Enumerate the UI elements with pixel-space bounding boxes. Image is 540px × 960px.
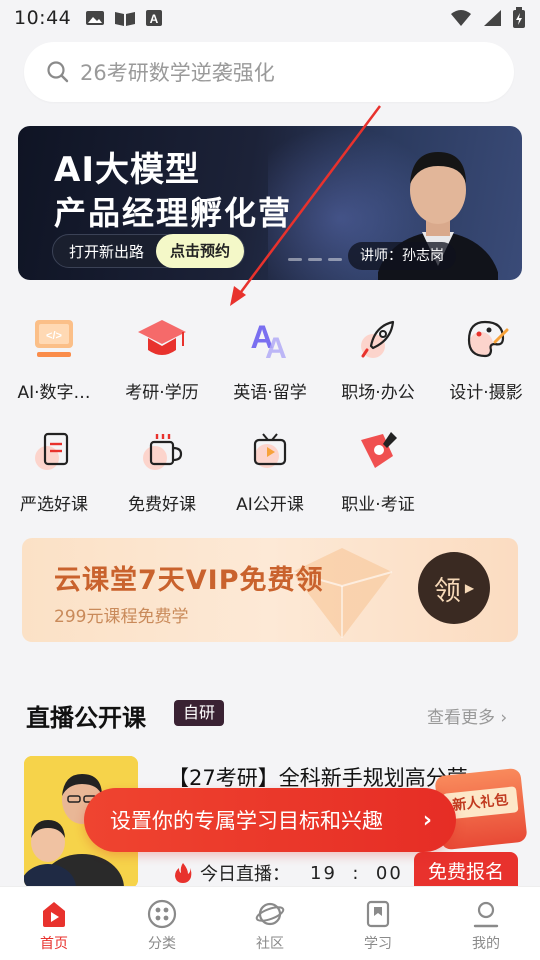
notification-icons: A bbox=[85, 9, 163, 27]
system-icons bbox=[450, 7, 526, 29]
tab-study[interactable]: 学习 bbox=[324, 887, 432, 960]
category-ai[interactable]: </> AI·数字… bbox=[0, 312, 108, 403]
chevron-right-icon: › bbox=[500, 708, 508, 728]
set-goal-button[interactable]: 设置你的专属学习目标和兴趣 › bbox=[84, 788, 456, 852]
category-label: 职场·办公 bbox=[341, 383, 415, 403]
section-title: 直播公开课 bbox=[26, 704, 146, 732]
category-label: 英语·留学 bbox=[233, 383, 307, 403]
banner-title-1: AI大模型 bbox=[54, 150, 200, 190]
code-monitor-icon: </> bbox=[27, 312, 81, 366]
search-icon bbox=[47, 61, 69, 83]
category-office[interactable]: 职场·办公 bbox=[324, 312, 432, 403]
category-label: 严选好课 bbox=[20, 495, 88, 515]
category-selected[interactable]: 严选好课 bbox=[0, 424, 108, 515]
live-time-sep: : bbox=[352, 862, 361, 884]
palette-icon bbox=[459, 312, 513, 366]
tab-label: 社区 bbox=[256, 936, 284, 952]
planet-icon bbox=[255, 902, 285, 926]
grid-dots-icon bbox=[147, 899, 177, 929]
vip-claim-button[interactable]: 领 ▶ bbox=[418, 552, 490, 624]
home-play-icon bbox=[43, 902, 65, 927]
chevron-right-icon: ▶ bbox=[464, 581, 475, 595]
tab-label: 我的 bbox=[472, 936, 500, 952]
see-more-label: 查看更多 bbox=[427, 708, 495, 728]
category-label: AI公开课 bbox=[236, 495, 304, 515]
section-badge: 自研 bbox=[174, 700, 225, 726]
banner-cta[interactable]: 打开新出路 点击预约 bbox=[52, 234, 246, 268]
cup-icon bbox=[135, 424, 189, 478]
vip-promo-banner[interactable]: 云课堂7天VIP免费领 299元课程免费学 领 ▶ bbox=[22, 538, 518, 642]
tab-community[interactable]: 社区 bbox=[216, 887, 324, 960]
book-icon bbox=[115, 12, 136, 26]
svg-text:A: A bbox=[150, 12, 159, 26]
wifi-icon bbox=[451, 10, 471, 26]
tab-label: 首页 bbox=[40, 936, 68, 952]
bookmark-icon bbox=[366, 900, 390, 928]
font-a-icon: A bbox=[146, 10, 163, 26]
fire-icon bbox=[175, 863, 192, 883]
live-time-hour: 19 bbox=[310, 862, 337, 884]
bottom-tab-bar: 首页 分类 社区 学习 我的 bbox=[0, 886, 540, 960]
status-time: 10:44 bbox=[14, 7, 72, 29]
category-label: AI·数字… bbox=[17, 383, 91, 403]
svg-text:</>: </> bbox=[46, 330, 62, 342]
live-label: 今日直播： bbox=[200, 864, 290, 885]
tab-label: 分类 bbox=[148, 936, 176, 952]
image-icon bbox=[86, 11, 105, 25]
tab-label: 学习 bbox=[364, 936, 392, 952]
tab-mine[interactable]: 我的 bbox=[432, 887, 540, 960]
tv-play-icon bbox=[243, 424, 297, 478]
category-free[interactable]: 免费好课 bbox=[108, 424, 216, 515]
category-label: 考研·学历 bbox=[125, 383, 199, 403]
category-label: 设计·摄影 bbox=[449, 383, 523, 403]
letter-a-icon: AA bbox=[243, 312, 297, 366]
graduation-cap-icon bbox=[135, 312, 189, 366]
category-label: 免费好课 bbox=[128, 495, 196, 515]
badge-pen-icon bbox=[351, 424, 405, 478]
banner-title-2: 产品经理孵化营 bbox=[54, 194, 293, 232]
category-cert[interactable]: 职业·考证 bbox=[324, 424, 432, 515]
tab-home[interactable]: 首页 bbox=[0, 887, 108, 960]
banner-cta-left: 打开新出路 bbox=[69, 242, 145, 261]
hero-banner[interactable]: AI大模型 产品经理孵化营 打开新出路 点击预约 讲师：孙志岗 bbox=[18, 126, 522, 280]
vip-title: 云课堂7天VIP免费领 bbox=[54, 565, 324, 596]
live-time-row: 今日直播： 19 : 00 bbox=[174, 860, 403, 886]
svg-text:A: A bbox=[265, 332, 287, 362]
signal-icon bbox=[484, 10, 501, 26]
user-icon bbox=[473, 901, 499, 928]
chevron-right-icon: › bbox=[422, 807, 432, 833]
see-more-link[interactable]: 查看更多 › bbox=[427, 703, 507, 728]
category-design[interactable]: 设计·摄影 bbox=[432, 312, 540, 403]
battery-charging-icon bbox=[513, 7, 525, 28]
lecturer-tag: 讲师：孙志岗 bbox=[348, 242, 456, 270]
carousel-indicator bbox=[288, 258, 342, 261]
category-english[interactable]: AA 英语·留学 bbox=[216, 312, 324, 403]
banner-cta-button[interactable]: 点击预约 bbox=[156, 234, 245, 268]
category-exam[interactable]: 考研·学历 bbox=[108, 312, 216, 403]
status-bar: 10:44 A bbox=[0, 0, 540, 36]
live-time-min: 00 bbox=[375, 862, 403, 884]
goal-prompt-text: 设置你的专属学习目标和兴趣 bbox=[110, 809, 383, 833]
document-icon bbox=[27, 424, 81, 478]
vip-subtitle: 299元课程免费学 bbox=[54, 607, 189, 627]
tab-category[interactable]: 分类 bbox=[108, 887, 216, 960]
live-time: 19 : 00 bbox=[310, 863, 403, 884]
category-label: 职业·考证 bbox=[341, 495, 415, 515]
search-placeholder: 26考研数学逆袭强化 bbox=[80, 61, 275, 85]
category-ai-open[interactable]: AI公开课 bbox=[216, 424, 324, 515]
search-bar[interactable]: 26考研数学逆袭强化 bbox=[24, 42, 514, 102]
rocket-icon bbox=[351, 312, 405, 366]
vip-claim-label: 领 bbox=[433, 575, 461, 607]
